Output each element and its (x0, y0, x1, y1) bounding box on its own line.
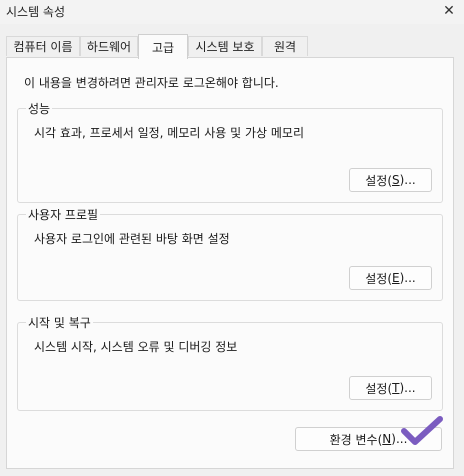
startup-recovery-description: 시스템 시작, 시스템 오류 및 디버깅 정보 (34, 340, 238, 354)
performance-title: 성능 (26, 100, 53, 117)
checkmark-icon (401, 416, 443, 445)
startup-recovery-title: 시작 및 복구 (26, 314, 93, 331)
accelerator-key: S (392, 173, 400, 187)
tab-remote[interactable]: 원격 (262, 36, 308, 56)
tab-label: 컴퓨터 이름 (13, 40, 73, 54)
title-bar: 시스템 속성 ✕ (0, 0, 464, 24)
button-label-suffix: )... (399, 381, 416, 395)
button-label: 설정( (365, 381, 393, 396)
user-profiles-description: 사용자 로그인에 관련된 바탕 화면 설정 (34, 232, 230, 246)
window-title: 시스템 속성 (6, 5, 66, 19)
tab-panel-advanced: 이 내용을 변경하려면 관리자로 로그온해야 합니다. 성능 시각 효과, 프로… (6, 57, 454, 469)
close-button[interactable]: ✕ (434, 0, 464, 22)
button-label: 설정( (365, 173, 392, 188)
button-label-suffix: )... (399, 173, 416, 187)
close-icon: ✕ (443, 3, 455, 19)
tab-advanced[interactable]: 고급 (138, 34, 188, 59)
tab-label: 고급 (151, 40, 175, 55)
accelerator-key: T (392, 381, 400, 395)
tab-computer-name[interactable]: 컴퓨터 이름 (6, 36, 80, 56)
button-label-suffix: )... (399, 271, 416, 285)
performance-settings-button[interactable]: 설정(S)... (349, 168, 432, 192)
tab-strip: 컴퓨터 이름 하드웨어 고급 시스템 보호 원격 (6, 34, 456, 59)
user-profiles-title: 사용자 프로필 (26, 206, 101, 223)
button-label: 설정( (365, 271, 393, 286)
tab-system-protection[interactable]: 시스템 보호 (188, 36, 262, 56)
button-label: 환경 변수( (329, 432, 383, 447)
startup-recovery-settings-button[interactable]: 설정(T)... (349, 376, 432, 400)
admin-notice: 이 내용을 변경하려면 관리자로 로그온해야 합니다. (24, 76, 279, 90)
user-profiles-group: 사용자 프로필 사용자 로그인에 관련된 바탕 화면 설정 설정(E)... (17, 206, 443, 301)
tab-label: 하드웨어 (86, 40, 132, 54)
startup-recovery-group: 시작 및 복구 시스템 시작, 시스템 오류 및 디버깅 정보 설정(T)... (17, 314, 443, 411)
tab-hardware[interactable]: 하드웨어 (80, 36, 138, 56)
tab-label: 시스템 보호 (195, 40, 255, 54)
performance-description: 시각 효과, 프로세서 일정, 메모리 사용 및 가상 메모리 (34, 126, 304, 140)
tab-label: 원격 (273, 40, 297, 54)
accelerator-key: E (392, 271, 400, 285)
performance-group: 성능 시각 효과, 프로세서 일정, 메모리 사용 및 가상 메모리 설정(S)… (17, 100, 443, 203)
user-profiles-settings-button[interactable]: 설정(E)... (349, 266, 432, 290)
accelerator-key: N (382, 432, 392, 446)
